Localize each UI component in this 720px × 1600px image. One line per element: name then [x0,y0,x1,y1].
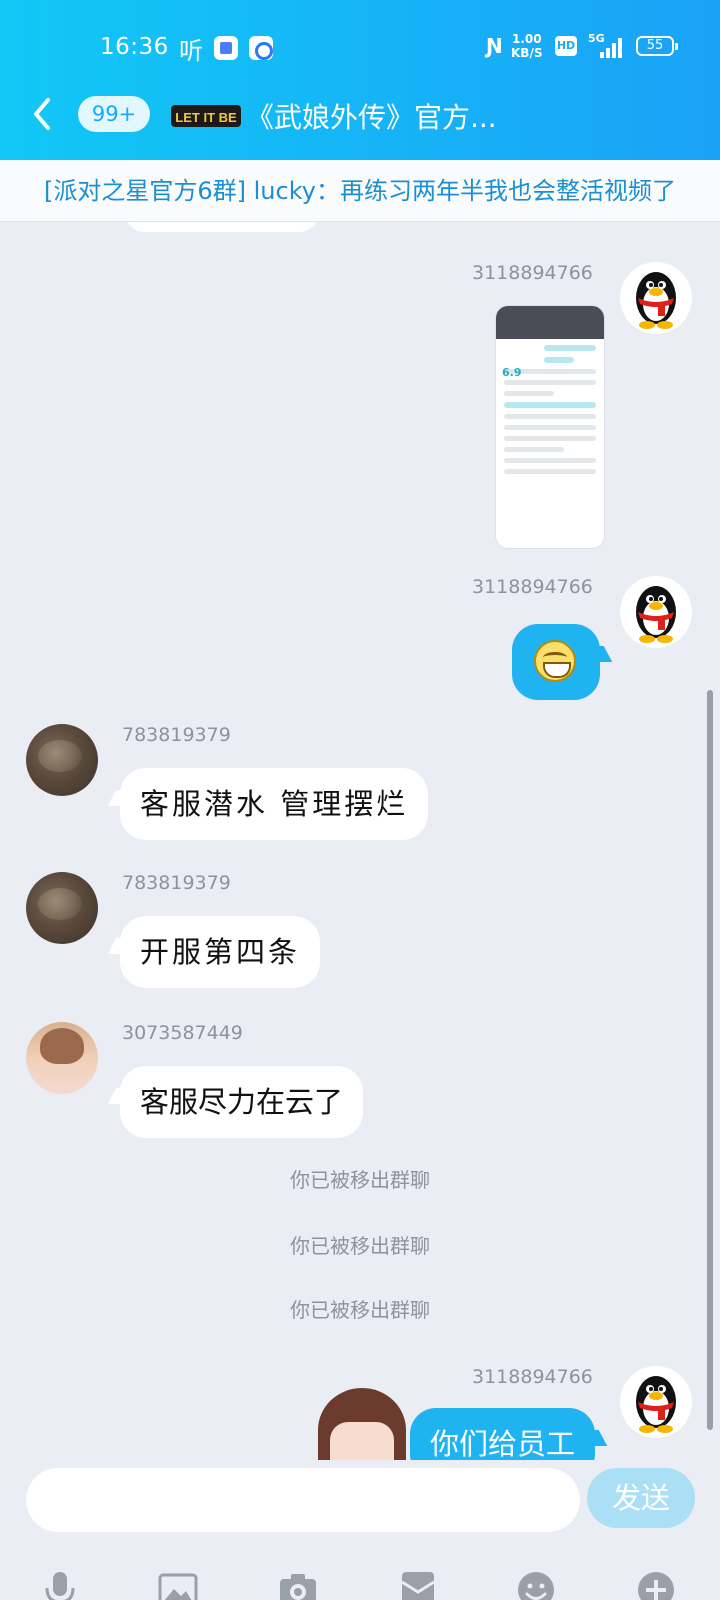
system-message: 你已被移出群聊 [290,1298,430,1322]
camera-icon[interactable] [278,1570,318,1600]
avatar[interactable] [26,1022,98,1094]
chat-title[interactable]: 《武娘外传》官方... [246,96,497,136]
unread-badge[interactable]: 99+ [78,96,150,132]
ting-status: 听 [179,37,203,65]
image-icon[interactable] [158,1570,198,1600]
message-input[interactable] [26,1468,580,1532]
text-message[interactable]: 你们给员工 [410,1408,596,1460]
avatar[interactable] [620,576,692,648]
image-message[interactable]: 6.9 [496,306,604,548]
status-bar: 16:36 听 Ɲ 1.00 KB/S HD 5G 55 [0,26,720,70]
sender-id: 3118894766 [472,576,593,598]
microphone-icon[interactable] [40,1570,80,1600]
anime-boy-sticker [318,1388,406,1460]
hd-badge: HD [555,36,577,56]
scrollbar[interactable] [707,690,713,1430]
sender-id: 783819379 [122,724,231,746]
text-message[interactable]: 开服第四条 [120,916,321,988]
sender-id: 3073587449 [122,1022,243,1044]
emoji-message[interactable] [512,624,600,700]
sender-id: 783819379 [122,872,231,894]
back-button[interactable] [26,92,62,136]
speed-unit: KB/S [511,46,543,60]
signal-icon [600,38,622,58]
notification-qq-icon [249,36,273,60]
group-logo: LET IT BE [171,105,241,127]
clock: 16:36 [100,34,169,60]
notification-app-icon [214,36,238,60]
text-message[interactable]: 客服潜水 管理摆烂 [120,768,429,840]
group-logo-text: LET IT BE [175,110,237,125]
avatar[interactable] [26,724,98,796]
emoji-icon[interactable] [516,1570,556,1600]
input-panel: 发送 [0,1460,720,1600]
avatar[interactable] [620,262,692,334]
app-header: 16:36 听 Ɲ 1.00 KB/S HD 5G 55 99+ LET IT … [0,0,720,160]
previous-message-bubble [126,222,318,232]
chat-nav: 99+ LET IT BE 《武娘外传》官方... [0,86,720,146]
avatar[interactable] [620,1366,692,1438]
send-button[interactable]: 发送 [587,1468,695,1528]
system-message: 你已被移出群聊 [290,1234,430,1258]
avatar[interactable] [26,872,98,944]
system-message: 你已被移出群聊 [290,1168,430,1192]
grinning-face-icon [534,640,576,682]
speed-value: 1.00 [511,32,542,46]
qq-penguin-icon [636,1376,676,1433]
red-packet-icon[interactable] [398,1570,438,1600]
text-message[interactable]: 客服尽力在云了 [120,1066,364,1138]
image-score: 6.9 [502,366,522,379]
sender-id: 3118894766 [472,1366,593,1388]
sender-id: 3118894766 [472,262,593,284]
nfc-icon: Ɲ [486,34,503,58]
qq-penguin-icon [636,272,676,329]
group-notice-banner[interactable]: [派对之星官方6群] lucky：再练习两年半我也会整活视频了 [0,160,720,222]
back-chevron-icon [34,98,50,130]
battery-indicator: 55 [636,36,678,56]
plus-icon[interactable] [636,1570,676,1600]
message-list[interactable]: 3118894766 6.9 3118894766 783819379 客服潜水… [0,222,720,1460]
network-speed: 1.00 KB/S [511,32,542,60]
qq-penguin-icon [636,586,676,643]
